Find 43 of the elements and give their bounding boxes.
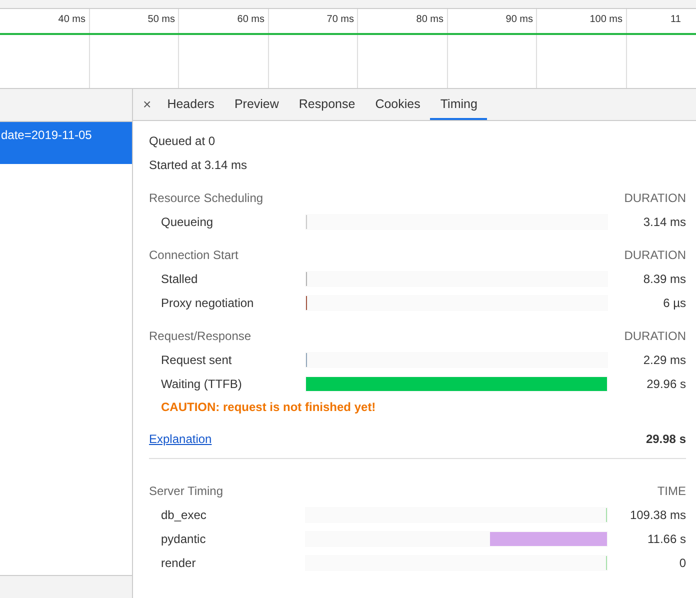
phase-label: Proxy negotiation [160, 296, 255, 310]
tick-label: 11 [670, 14, 681, 26]
column-heading: DURATION [624, 247, 686, 264]
metric-label: pydantic [160, 532, 207, 546]
tick-label: 40 ms [58, 14, 86, 26]
section-title: Resource Scheduling [149, 190, 264, 207]
metric-label: db_exec [160, 508, 208, 522]
time-value: 0 [678, 556, 686, 570]
tab[interactable]: Headers [157, 89, 224, 120]
tab[interactable]: Cookies [365, 89, 430, 120]
tick-label: 70 ms [326, 14, 354, 26]
phase-label: Stalled [160, 272, 199, 286]
section-title: Connection Start [149, 247, 238, 264]
explanation-link[interactable]: Explanation [149, 427, 212, 451]
tick-label: 100 ms [590, 14, 622, 26]
time-value: 109.38 ms [628, 508, 686, 522]
tab[interactable]: Preview [224, 89, 289, 120]
total-duration: 29.98 s [646, 431, 686, 448]
column-heading: DURATION [624, 328, 686, 345]
duration-value: 3.14 ms [642, 215, 686, 229]
time-value: 11.66 s [646, 532, 686, 546]
duration-value: 8.39 ms [642, 272, 686, 286]
queued-at-text: Queued at 0 [149, 133, 216, 150]
started-at-text: Started at 3.14 ms [149, 157, 248, 174]
duration-value: 29.96 s [646, 377, 686, 391]
tab[interactable]: Response [288, 89, 366, 120]
section-title: Server Timing [149, 483, 224, 500]
phase-label: Queueing [160, 215, 214, 229]
phase-label: Waiting (TTFB) [160, 377, 243, 391]
phase-label: Request sent [160, 353, 233, 367]
tab[interactable]: Timing [430, 89, 488, 120]
request-row[interactable]: date=2019-11-05 [0, 122, 132, 164]
tick-label: 60 ms [237, 14, 264, 26]
tick-label: 80 ms [416, 14, 444, 26]
duration-value: 2.29 ms [642, 353, 686, 367]
duration-value: 6 µs [662, 296, 686, 310]
tick-label: 50 ms [148, 14, 175, 26]
column-heading: DURATION [624, 190, 686, 207]
warning-text: CAUTION: request is not finished yet! [160, 399, 377, 416]
section-title: Request/Response [149, 328, 252, 345]
tick-label: 90 ms [506, 14, 533, 26]
metric-label: render [160, 556, 197, 570]
column-heading: TIME [657, 483, 686, 500]
